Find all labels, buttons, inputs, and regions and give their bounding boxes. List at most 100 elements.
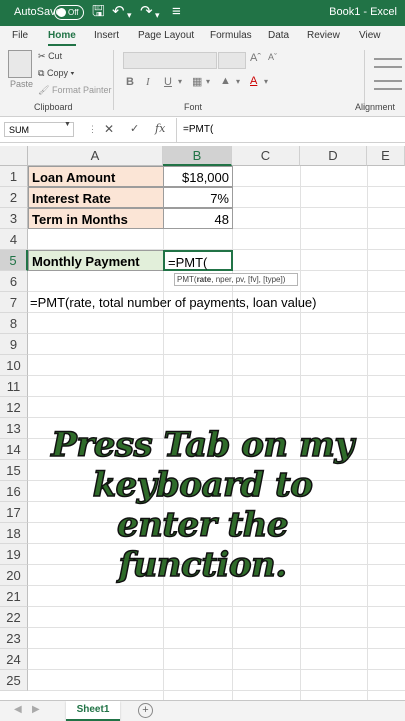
row-header-8[interactable]: 8	[0, 313, 28, 334]
group-divider	[364, 50, 365, 110]
function-argument-tooltip[interactable]: PMT(rate, nper, pv, [fv], [type])	[174, 273, 298, 286]
caption-overlay: Press Tab on my keyboard to enter the fu…	[0, 424, 405, 586]
middle-align-icon[interactable]	[374, 66, 402, 68]
name-box-dropdown-icon[interactable]: ▼	[64, 121, 71, 128]
italic-button[interactable]: I	[146, 76, 150, 88]
font-family-dropdown[interactable]	[123, 52, 217, 69]
column-header-c[interactable]: C	[232, 146, 300, 166]
cell-a7[interactable]: =PMT(rate, total number of payments, loa…	[30, 292, 317, 313]
font-color-icon[interactable]: A	[250, 75, 257, 87]
row-header-5[interactable]: 5	[0, 250, 28, 271]
tab-file[interactable]: File	[12, 30, 28, 41]
row-header-2[interactable]: 2	[0, 187, 28, 208]
shrink-font-icon[interactable]: Aˇ	[268, 52, 277, 62]
scroll-tabs-right-icon[interactable]: ▶	[32, 704, 40, 715]
row-gridline	[28, 354, 405, 355]
tooltip-current-arg: rate	[196, 275, 212, 284]
tab-view[interactable]: View	[359, 30, 381, 41]
formula-input[interactable]: =PMT(	[176, 118, 405, 142]
top-align-icon[interactable]	[374, 58, 402, 60]
row-header-6[interactable]: 6	[0, 271, 28, 292]
row-header-21[interactable]: 21	[0, 586, 28, 607]
paste-label[interactable]: Paste	[10, 79, 33, 89]
row-header-10[interactable]: 10	[0, 355, 28, 376]
row-gridline	[28, 417, 405, 418]
cell-b3[interactable]: 48	[163, 208, 233, 229]
row-gridline	[28, 396, 405, 397]
row-gridline	[28, 627, 405, 628]
column-header-b[interactable]: B	[163, 146, 232, 166]
bold-button[interactable]: B	[126, 76, 134, 88]
redo-icon[interactable]: ↷	[140, 4, 153, 20]
borders-dropdown-icon[interactable]: ▾	[206, 77, 210, 86]
tab-formulas[interactable]: Formulas	[210, 30, 252, 41]
underline-button[interactable]: U	[164, 76, 172, 88]
redo-dropdown-icon[interactable]: ▾	[155, 7, 160, 23]
tab-page-layout[interactable]: Page Layout	[138, 30, 194, 41]
row-header-3[interactable]: 3	[0, 208, 28, 229]
undo-icon[interactable]: ↶	[112, 4, 125, 20]
font-color-dropdown-icon[interactable]: ▾	[264, 77, 268, 86]
tab-home[interactable]: Home	[48, 30, 76, 41]
row-gridline	[28, 648, 405, 649]
column-header-e[interactable]: E	[367, 146, 405, 166]
row-header-24[interactable]: 24	[0, 649, 28, 670]
tab-review[interactable]: Review	[307, 30, 340, 41]
ribbon-tabs: File Home Insert Page Layout Formulas Da…	[0, 26, 405, 46]
row-header-25[interactable]: 25	[0, 670, 28, 691]
font-size-dropdown[interactable]	[218, 52, 246, 69]
row-header-11[interactable]: 11	[0, 376, 28, 397]
tab-insert[interactable]: Insert	[94, 30, 119, 41]
row-gridline	[28, 606, 405, 607]
paste-icon[interactable]	[8, 50, 32, 78]
add-sheet-icon[interactable]: +	[138, 703, 153, 718]
left-align-icon[interactable]	[374, 80, 402, 82]
cell-b2[interactable]: 7%	[163, 187, 233, 208]
row-header-7[interactable]: 7	[0, 292, 28, 313]
row-gridline	[28, 333, 405, 334]
cancel-icon[interactable]: ✕	[104, 122, 114, 136]
scroll-tabs-left-icon[interactable]: ◀	[14, 704, 22, 715]
cell-a3[interactable]: Term in Months	[28, 208, 164, 229]
undo-dropdown-icon[interactable]: ▾	[127, 7, 132, 23]
cell-a1[interactable]: Loan Amount	[28, 166, 164, 187]
cut-button[interactable]: ✂ Cut	[38, 51, 62, 62]
fill-color-icon[interactable]: ▲	[220, 75, 231, 87]
clipboard-group-label: Clipboard	[34, 102, 73, 112]
center-align-icon[interactable]	[374, 88, 402, 90]
select-all-corner[interactable]	[0, 146, 28, 166]
window-title: Book1 - Excel	[329, 6, 397, 18]
format-painter-button[interactable]: 🖌 Format Painter	[38, 85, 111, 96]
borders-icon[interactable]: ▦	[192, 75, 202, 88]
enter-icon[interactable]: ✓	[130, 122, 139, 135]
row-header-4[interactable]: 4	[0, 229, 28, 250]
save-icon[interactable]: 🖫	[92, 4, 105, 20]
ribbon: Paste ✂ Cut ⧉ Copy ▾ 🖌 Format Painter Cl…	[0, 46, 405, 117]
underline-dropdown-icon[interactable]: ▾	[178, 77, 182, 86]
column-header-d[interactable]: D	[300, 146, 367, 166]
caption-line: function.	[118, 544, 288, 586]
format-painter-label: Format Painter	[51, 85, 112, 95]
row-header-9[interactable]: 9	[0, 334, 28, 355]
cell-a5[interactable]: Monthly Payment	[28, 250, 164, 271]
sheet-tab-sheet1[interactable]: Sheet1	[66, 701, 120, 721]
row-header-1[interactable]: 1	[0, 166, 28, 187]
cell-b1[interactable]: $18,000	[163, 166, 233, 187]
tab-data[interactable]: Data	[268, 30, 289, 41]
copy-button[interactable]: ⧉ Copy ▾	[38, 68, 74, 79]
caption-line: Press Tab on my	[51, 424, 355, 466]
row-header-23[interactable]: 23	[0, 628, 28, 649]
active-cell-b5[interactable]: =PMT(	[163, 250, 233, 271]
insert-function-icon[interactable]: fx	[155, 122, 165, 135]
autosave-toggle[interactable]: Off	[54, 5, 84, 20]
row-header-22[interactable]: 22	[0, 607, 28, 628]
caption-line: keyboard to	[92, 464, 314, 506]
fill-color-dropdown-icon[interactable]: ▾	[236, 77, 240, 86]
customize-quick-access-icon[interactable]: ≡	[172, 4, 181, 20]
row-header-12[interactable]: 12	[0, 397, 28, 418]
grow-font-icon[interactable]: Aˆ	[250, 52, 261, 64]
cell-a2[interactable]: Interest Rate	[28, 187, 164, 208]
toggle-knob	[57, 8, 66, 17]
row-gridline	[28, 585, 405, 586]
column-header-a[interactable]: A	[28, 146, 163, 166]
